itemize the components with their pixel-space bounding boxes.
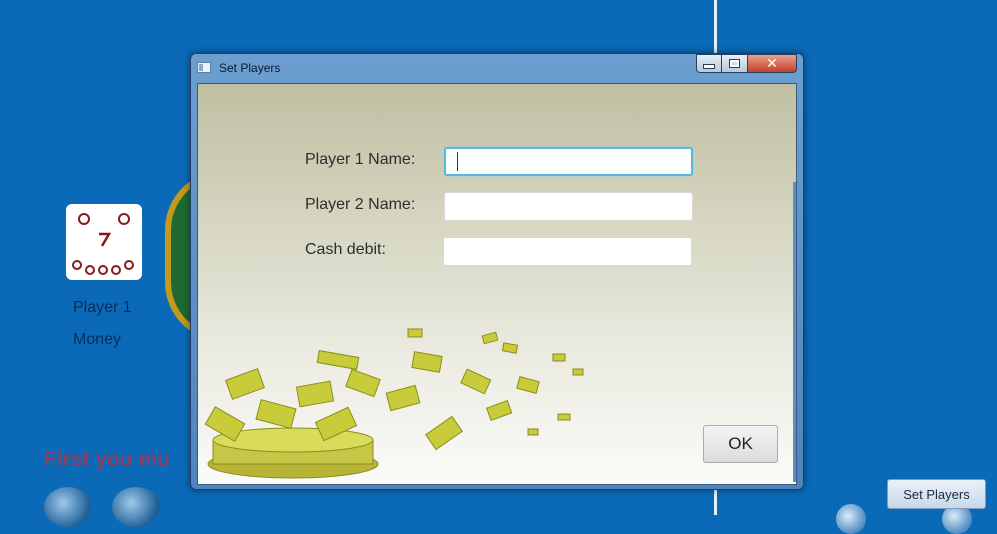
dialog-content: Player 1 Name: Player 2 Name: Cash debit… [197,83,797,485]
player-avatar-icon [66,204,142,280]
minimize-icon [703,64,715,69]
set-players-button[interactable]: Set Players [887,479,986,509]
money-label: Money [73,331,122,348]
close-icon: ✕ [766,55,778,72]
app-window-icon [197,62,211,73]
warning-text: First you mu [44,448,171,471]
bubble-decoration [836,504,866,534]
dialog-title: Set Players [219,61,281,75]
title-bar[interactable]: Set Players ✕ [191,54,803,82]
money-illustration [204,328,584,479]
scrollbar-edge [793,182,796,482]
cash-debit-input[interactable] [443,237,692,266]
player-label: Player 1 [73,299,132,316]
close-button[interactable]: ✕ [748,54,797,73]
minimize-button[interactable] [696,54,722,73]
dice-icon[interactable] [112,487,160,527]
maximize-button[interactable] [722,54,748,73]
cash-debit-label: Cash debit: [305,241,386,258]
player1-name-input[interactable] [444,147,693,176]
set-players-dialog: Set Players ✕ Player 1 Name: Player 2 Na… [190,53,804,490]
player2-name-input[interactable] [444,192,693,221]
dice-icon[interactable] [44,487,92,527]
text-caret [457,152,458,171]
maximize-icon [729,59,740,68]
player1-name-label: Player 1 Name: [305,151,416,168]
ok-button[interactable]: OK [703,425,778,463]
player2-name-label: Player 2 Name: [305,196,416,213]
